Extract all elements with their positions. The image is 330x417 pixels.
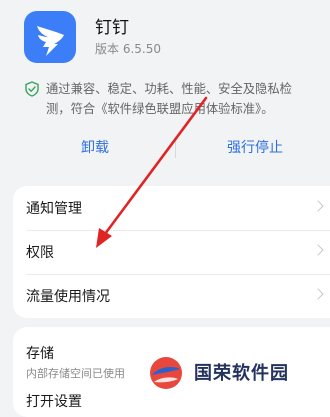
action-row: 卸载 强行停止 <box>0 124 330 172</box>
menu-item-notifications[interactable]: 通知管理 <box>13 186 330 230</box>
menu-item-label: 流量使用情况 <box>26 289 110 305</box>
settings-menu-card: 通知管理 权限 流量使用情况 <box>13 186 330 318</box>
storage-next-item[interactable]: 打开设置 <box>26 391 82 411</box>
force-stop-button[interactable]: 强行停止 <box>180 134 330 162</box>
app-version: 版本 6.5.50 <box>95 42 161 56</box>
shield-check-icon <box>25 81 39 97</box>
storage-title: 存储 <box>26 346 54 362</box>
app-name: 钉钉 <box>95 18 129 38</box>
chevron-right-icon <box>312 288 324 300</box>
dingtalk-icon <box>24 11 76 63</box>
menu-item-data-usage[interactable]: 流量使用情况 <box>13 274 330 318</box>
menu-item-permissions[interactable]: 权限 <box>13 230 330 274</box>
certification-text: 通过兼容、稳定、功耗、性能、安全及隐私检测，符合《软件绿色联盟应用体验标准》。 <box>46 82 292 116</box>
storage-description: 内部存储空间已使用 <box>26 367 125 380</box>
watermark: 国荣软件园 <box>146 353 330 395</box>
menu-item-label: 权限 <box>26 245 54 261</box>
chevron-right-icon <box>312 244 324 256</box>
uninstall-button[interactable]: 卸载 <box>30 134 160 162</box>
menu-item-label: 通知管理 <box>26 201 82 217</box>
app-header: 钉钉 版本 6.5.50 <box>0 0 330 72</box>
watermark-text: 国荣软件园 <box>194 363 289 384</box>
chevron-right-icon <box>312 200 324 212</box>
action-divider <box>175 138 176 158</box>
watermark-logo-icon <box>150 357 182 389</box>
